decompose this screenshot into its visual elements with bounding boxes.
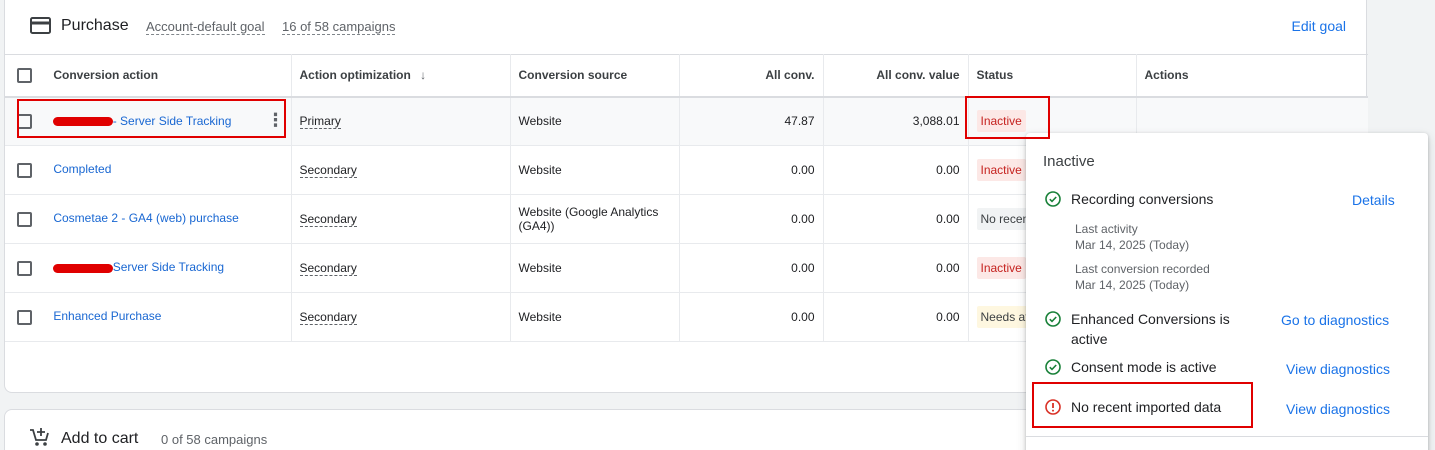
last-activity-label: Last activity	[1075, 222, 1138, 236]
select-all-checkbox[interactable]	[17, 67, 32, 83]
annotation-box	[1032, 382, 1253, 428]
all-conv-value-amount: 0.00	[823, 292, 969, 342]
sort-arrow-down-icon[interactable]: ↓	[420, 68, 426, 82]
add-shopping-cart-icon	[30, 428, 49, 446]
action-optimization-value[interactable]: Primary	[299, 114, 341, 129]
conversion-action-link[interactable]: Server Side Tracking	[113, 260, 224, 274]
row-checkbox[interactable]	[17, 260, 32, 276]
all-conv-value-amount: 0.00	[823, 145, 969, 195]
goal-title: Purchase	[61, 17, 129, 34]
conversion-source-value: Website	[510, 96, 680, 146]
conversion-source-value: Website (Google Analytics (GA4))	[510, 194, 680, 244]
popup-title: Inactive	[1043, 153, 1095, 170]
conversion-action-link[interactable]: Cosmetae 2 - GA4 (web) purchase	[53, 211, 238, 225]
enhanced-conversions-label-line1: Enhanced Conversions is	[1071, 311, 1230, 327]
conversion-source-value: Website	[510, 292, 680, 342]
account-default-goal-label[interactable]: Account-default goal	[146, 19, 265, 35]
all-conv-value: 0.00	[679, 145, 824, 195]
action-optimization-value[interactable]: Secondary	[299, 212, 357, 227]
all-conv-value: 0.00	[679, 243, 824, 293]
header-action-optimization[interactable]: Action optimization ↓	[291, 54, 511, 98]
header-actions: Actions	[1136, 54, 1368, 98]
last-activity-value: Mar 14, 2025 (Today)	[1075, 238, 1190, 252]
conversion-source-value: Website	[510, 145, 680, 195]
header-status[interactable]: Status	[968, 54, 1137, 98]
campaign-count[interactable]: 0 of 58 campaigns	[161, 432, 267, 447]
row-checkbox[interactable]	[17, 309, 32, 325]
annotation-box	[17, 99, 286, 138]
enhanced-conversions-label-line2: active	[1071, 331, 1108, 347]
campaign-count-link[interactable]: 16 of 58 campaigns	[282, 19, 396, 35]
row-checkbox[interactable]	[17, 211, 32, 227]
action-optimization-value[interactable]: Secondary	[299, 310, 357, 325]
popup-divider	[1026, 436, 1428, 437]
view-diagnostics-link[interactable]: View diagnostics	[1286, 401, 1390, 417]
all-conv-value-amount: 0.00	[823, 243, 969, 293]
check-circle-icon	[1045, 311, 1061, 327]
view-diagnostics-link[interactable]: View diagnostics	[1286, 361, 1390, 377]
goal-title: Add to cart	[61, 430, 139, 447]
last-conversion-value: Mar 14, 2025 (Today)	[1075, 278, 1190, 292]
goal-header: Purchase Account-default goal 16 of 58 c…	[5, 0, 1366, 54]
annotation-box	[965, 96, 1050, 139]
status-badge[interactable]: Inactive	[976, 257, 1026, 279]
all-conv-value: 0.00	[679, 292, 824, 342]
action-optimization-value[interactable]: Secondary	[299, 261, 357, 276]
all-conv-value-amount: 3,088.01	[823, 96, 969, 146]
row-checkbox[interactable]	[17, 162, 32, 178]
status-badge[interactable]: Needs at	[976, 306, 1033, 328]
table-header-row: Conversion action Action optimization ↓ …	[5, 54, 1368, 98]
last-conversion-label: Last conversion recorded	[1075, 262, 1210, 276]
status-badge[interactable]: No recen	[976, 208, 1034, 230]
header-conversion-source[interactable]: Conversion source	[510, 54, 680, 98]
all-conv-value: 47.87	[679, 96, 824, 146]
credit-card-icon	[30, 17, 51, 34]
consent-mode-label: Consent mode is active	[1071, 359, 1217, 375]
action-optimization-value[interactable]: Secondary	[299, 163, 357, 178]
go-to-diagnostics-link[interactable]: Go to diagnostics	[1281, 312, 1389, 328]
check-circle-icon	[1045, 359, 1061, 375]
all-conv-value: 0.00	[679, 194, 824, 244]
edit-goal-button[interactable]: Edit goal	[1292, 18, 1346, 34]
header-conversion-action[interactable]: Conversion action	[5, 54, 292, 98]
header-all-conv[interactable]: All conv.	[679, 54, 824, 98]
recording-conversions-label: Recording conversions	[1071, 191, 1214, 207]
all-conv-value-amount: 0.00	[823, 194, 969, 244]
check-circle-icon	[1045, 191, 1061, 207]
status-badge[interactable]: Inactive	[976, 159, 1026, 181]
conversion-action-link[interactable]: Completed	[53, 162, 111, 176]
header-all-conv-value[interactable]: All conv. value	[823, 54, 969, 98]
conversion-action-link[interactable]: Enhanced Purchase	[53, 309, 161, 323]
details-link[interactable]: Details	[1352, 192, 1395, 208]
redacted-name-mark	[53, 263, 114, 273]
conversion-source-value: Website	[510, 243, 680, 293]
